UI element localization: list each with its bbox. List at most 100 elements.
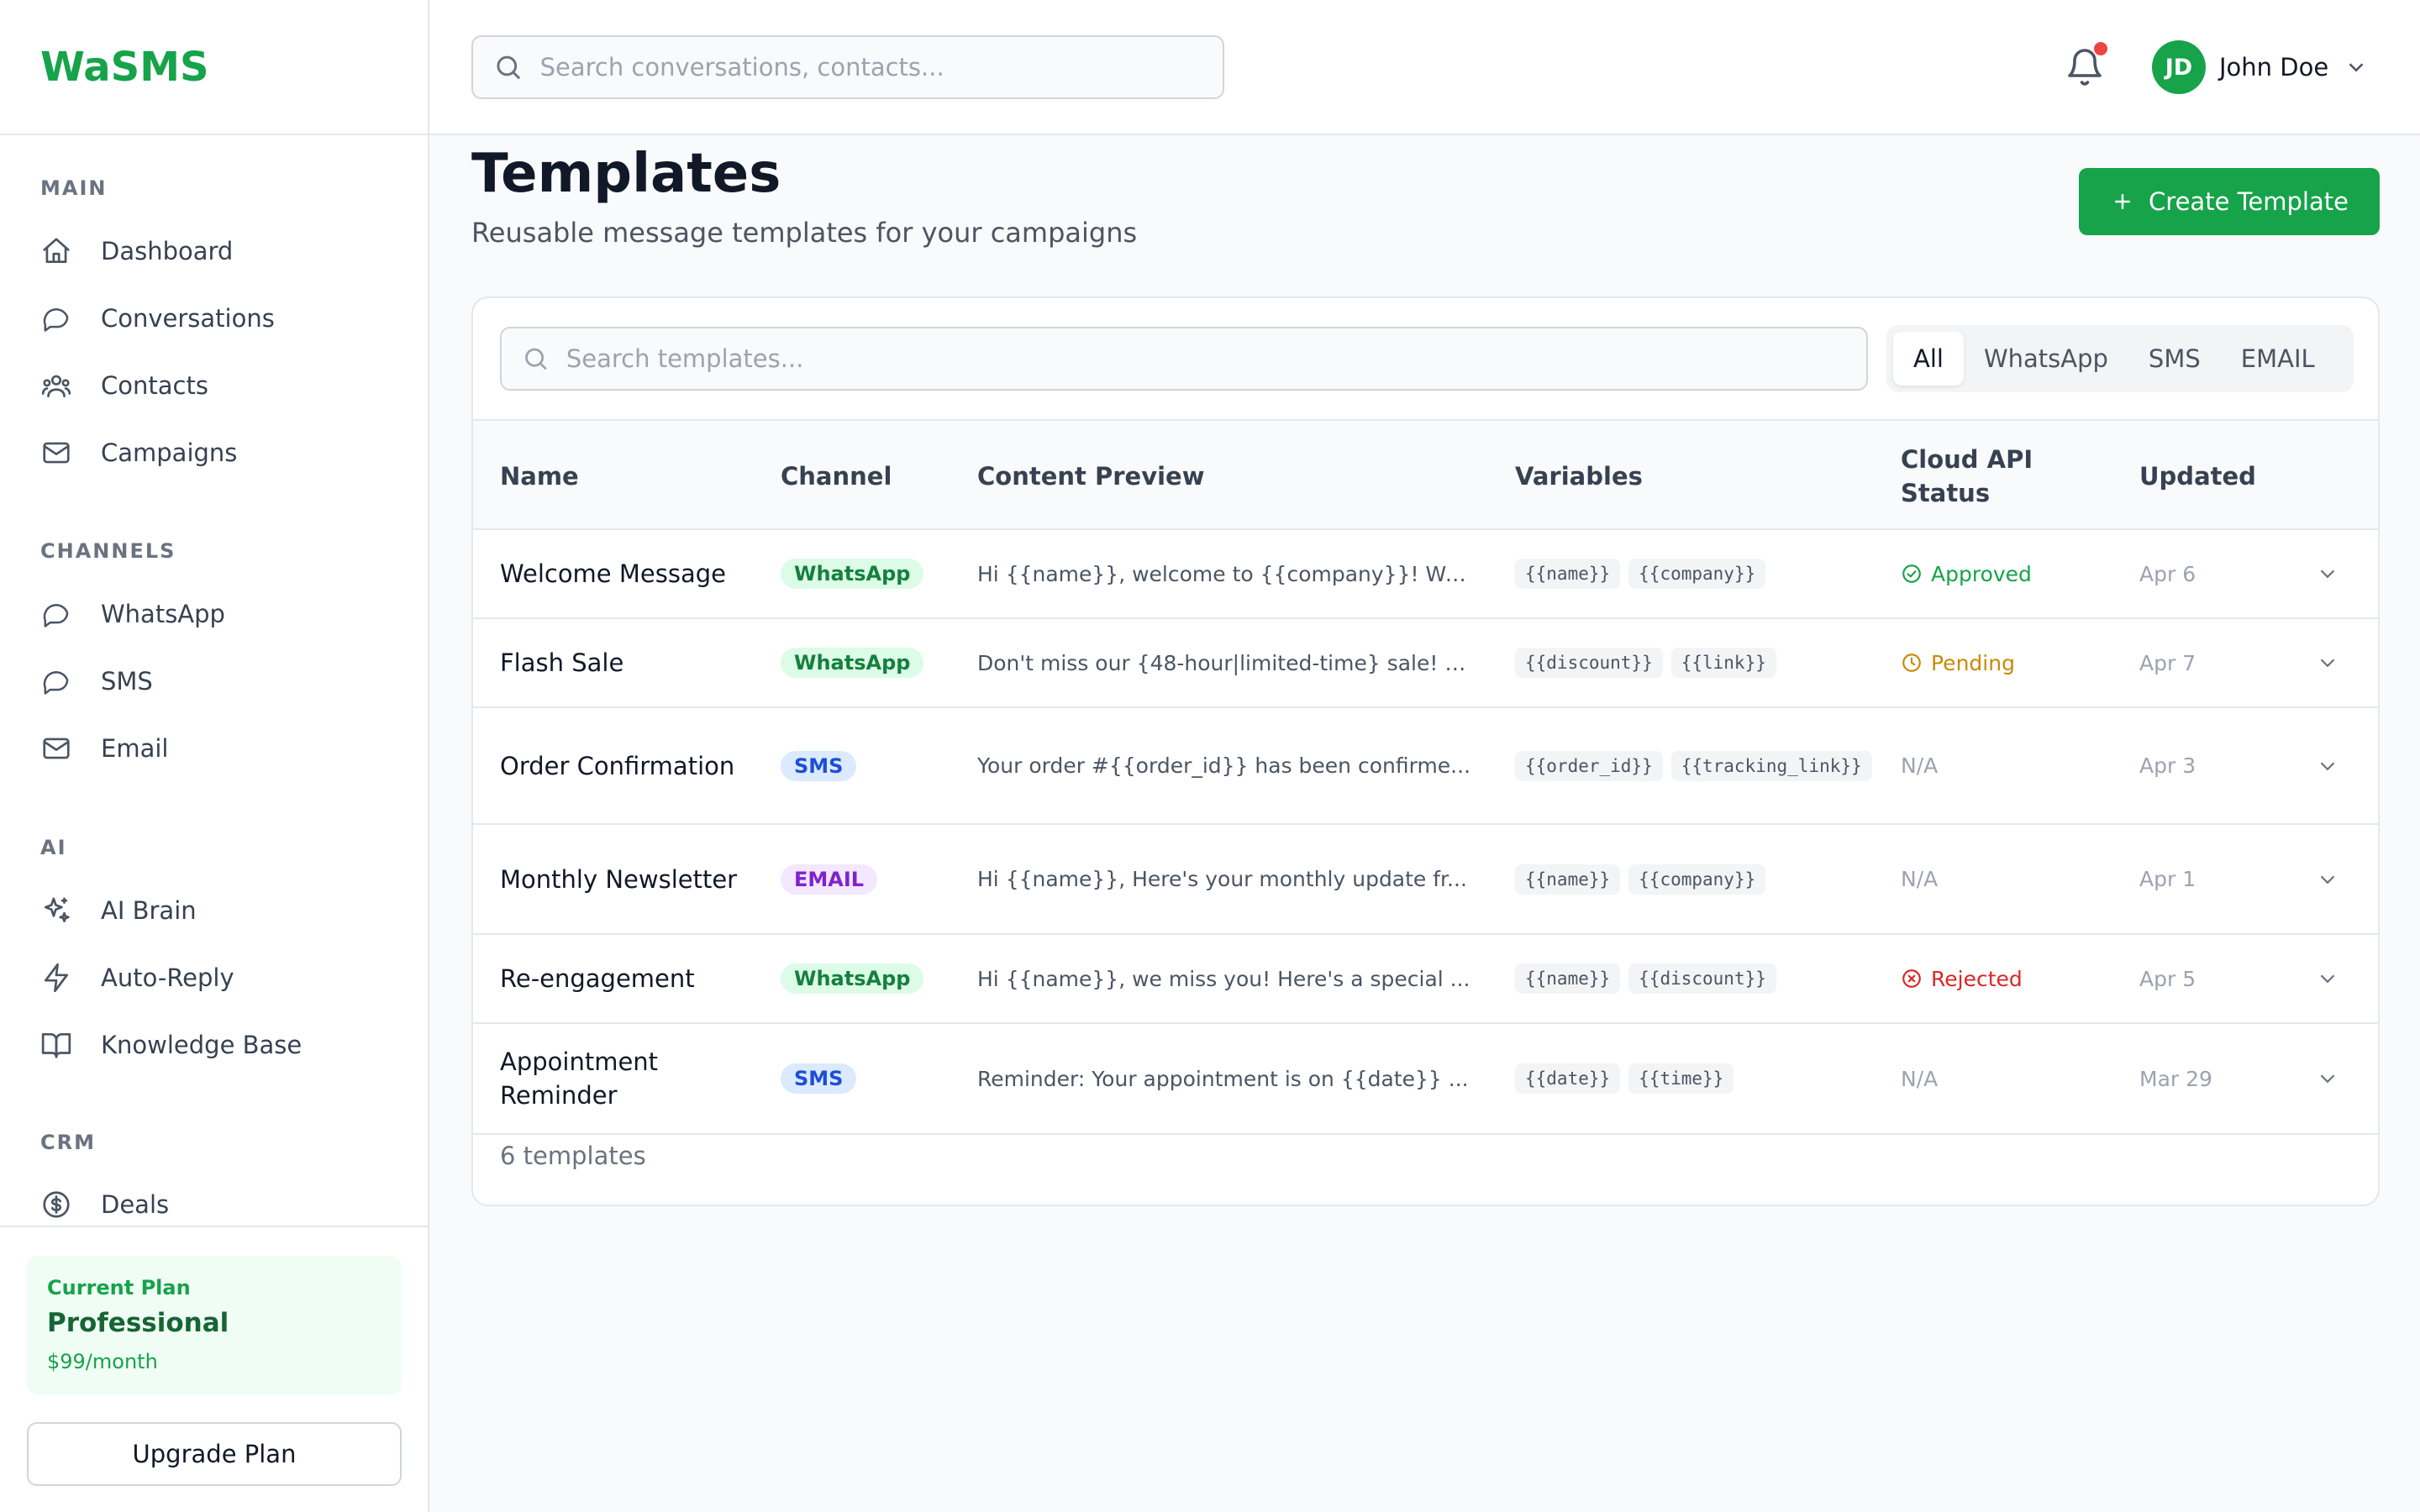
- channel-filter: All WhatsApp SMS EMAIL: [1886, 325, 2354, 392]
- sidebar-item-label: Auto-Reply: [101, 963, 234, 992]
- variable-chip: {{link}}: [1670, 648, 1776, 678]
- status-badge: Pending: [1901, 619, 2015, 706]
- mail-icon: [43, 442, 70, 464]
- content-preview-text: Your order #{{order_id}} has been confir…: [977, 753, 1471, 778]
- notification-dot: [2094, 42, 2107, 55]
- channel-cell: WhatsApp: [781, 530, 924, 617]
- global-search-input[interactable]: [539, 53, 1223, 81]
- filter-tab-whatsapp[interactable]: WhatsApp: [1964, 332, 2128, 386]
- variables-list: {{name}} {{discount}}: [1515, 935, 1885, 1022]
- search-icon: [525, 348, 547, 370]
- plan-price: $99/month: [47, 1350, 158, 1373]
- template-count: 6 templates: [500, 1142, 646, 1170]
- brand-logo[interactable]: WaSMS: [0, 0, 428, 135]
- channel-badge: WhatsApp: [781, 963, 924, 994]
- sidebar-item-conversations[interactable]: Conversations: [40, 285, 275, 352]
- sidebar-item-dashboard[interactable]: Dashboard: [40, 218, 233, 285]
- create-template-button[interactable]: Create Template: [2079, 168, 2380, 235]
- table-row[interactable]: Welcome Message WhatsApp Hi {{name}}, welc…: [473, 530, 2378, 619]
- status-label: Rejected: [1931, 966, 2023, 991]
- channel-cell: SMS: [781, 1024, 857, 1133]
- content-preview: Don't miss our {48-hour|limited-time} sa…: [977, 619, 1473, 706]
- plan-panel: Current Plan Professional $99/month Upgr…: [0, 1226, 428, 1512]
- user-menu[interactable]: JD John Doe: [2152, 39, 2369, 96]
- chevron-down-icon: [2320, 570, 2335, 579]
- content-preview-text: Hi {{name}}, Here's your monthly update …: [977, 867, 1467, 891]
- content-preview-text: Don't miss our {48-hour|limited-time} sa…: [977, 650, 1473, 675]
- template-name: Flash Sale: [500, 648, 624, 677]
- variable-chip: {{date}}: [1515, 1063, 1621, 1094]
- sidebar-item-label: Campaigns: [101, 438, 238, 467]
- expand-row-button[interactable]: [2315, 935, 2340, 1022]
- template-name: Appointment Reminder: [500, 1047, 659, 1110]
- variable-chip: {{order_id}}: [1515, 750, 1663, 781]
- sidebar-item-contacts[interactable]: Contacts: [40, 352, 208, 419]
- sidebar-item-ai-brain[interactable]: AI Brain: [40, 877, 197, 944]
- sidebar-item-label: Conversations: [101, 304, 275, 333]
- home-icon: [43, 238, 70, 264]
- variables-list: {{date}} {{time}}: [1515, 1024, 1885, 1133]
- table-row[interactable]: Order Confirmation SMS Your order #{{order…: [473, 708, 2378, 825]
- global-search[interactable]: [471, 35, 1224, 99]
- sidebar-item-auto-reply[interactable]: Auto-Reply: [40, 944, 234, 1011]
- template-name: Monthly Newsletter: [500, 864, 738, 894]
- filter-tab-all[interactable]: All: [1893, 332, 1964, 386]
- filter-tab-sms[interactable]: SMS: [2128, 332, 2221, 386]
- sidebar-item-knowledge-base[interactable]: Knowledge Base: [40, 1011, 302, 1079]
- sidebar-item-sms[interactable]: SMS: [40, 648, 153, 715]
- upgrade-plan-button[interactable]: Upgrade Plan: [27, 1422, 402, 1486]
- sidebar-item-campaigns[interactable]: Campaigns: [40, 419, 237, 486]
- channel-badge: EMAIL: [781, 864, 878, 895]
- sidebar-nav: MAIN Dashboard Conversations Contacts Campai…: [0, 135, 428, 1226]
- content-preview: Hi {{name}}, we miss you! Here's a speci…: [977, 935, 1473, 1022]
- nav-section-main: MAIN: [40, 176, 108, 200]
- channel-cell: EMAIL: [781, 825, 878, 933]
- variable-chip: {{name}}: [1515, 864, 1621, 895]
- expand-row-button[interactable]: [2315, 619, 2340, 706]
- users-icon: [41, 375, 71, 398]
- table-row[interactable]: Monthly Newsletter EMAIL Hi {{name}}, Here…: [473, 825, 2378, 935]
- table-row[interactable]: Appointment Reminder SMS Reminder: Your ap…: [473, 1024, 2378, 1135]
- sidebar-item-label: Dashboard: [101, 237, 234, 265]
- chat-icon: [43, 604, 69, 627]
- templates-card: AllWhatsAppSMSEMAIL Name Channel Content…: [471, 297, 2380, 1206]
- variables-list: {{order_id}} {{tracking_link}}: [1515, 708, 1885, 823]
- variable-chip: {{name}}: [1515, 559, 1621, 589]
- table-row[interactable]: Flash Sale WhatsApp Don't miss our {48-hou…: [473, 619, 2378, 708]
- channel-badge: WhatsApp: [781, 559, 924, 589]
- sparkles-icon: [44, 897, 70, 923]
- top-header: JD John Doe: [429, 0, 2420, 135]
- expand-row-button[interactable]: [2315, 825, 2340, 933]
- variable-chip: {{company}}: [1628, 864, 1766, 895]
- plan-label: Current Plan: [47, 1276, 191, 1299]
- expand-row-button[interactable]: [2315, 530, 2340, 617]
- variable-chip: {{tracking_link}}: [1670, 750, 1872, 781]
- sidebar-item-email[interactable]: Email: [40, 715, 168, 782]
- template-search-input[interactable]: [566, 344, 1866, 373]
- content-preview: Hi {{name}}, Here's your monthly update …: [977, 825, 1473, 933]
- chevron-down-icon: [2349, 63, 2364, 72]
- channel-badge: WhatsApp: [781, 648, 924, 678]
- template-search[interactable]: [500, 327, 1868, 391]
- sidebar-item-deals[interactable]: Deals: [40, 1171, 169, 1226]
- table-header: Name Channel Content Preview Variables C…: [473, 419, 2378, 530]
- x-circle-icon: [1902, 969, 1921, 988]
- channel-badge: SMS: [781, 1063, 857, 1094]
- expand-row-button[interactable]: [2315, 708, 2340, 823]
- variable-chip: {{discount}}: [1628, 963, 1776, 994]
- chevron-down-icon: [2320, 874, 2335, 884]
- table-row[interactable]: Re-engagement WhatsApp Hi {{name}}, we mis…: [473, 935, 2378, 1024]
- dollar-icon: [43, 1191, 70, 1218]
- status-badge: N/A: [1901, 825, 1938, 933]
- filter-tab-email[interactable]: EMAIL: [2221, 332, 2335, 386]
- sidebar-item-label: AI Brain: [101, 896, 197, 925]
- current-plan-card: Current Plan Professional $99/month: [27, 1256, 402, 1395]
- sidebar-item-whatsapp[interactable]: WhatsApp: [40, 580, 225, 648]
- sidebar-item-label: SMS: [101, 667, 153, 696]
- expand-row-button[interactable]: [2315, 1024, 2340, 1133]
- nav-section-ai: AI: [40, 836, 67, 859]
- content-preview: Hi {{name}}, welcome to {{company}}! We.…: [977, 530, 1473, 617]
- variable-chip: {{time}}: [1628, 1063, 1734, 1094]
- status-label: N/A: [1901, 1066, 1939, 1091]
- chevron-down-icon: [2320, 1074, 2335, 1084]
